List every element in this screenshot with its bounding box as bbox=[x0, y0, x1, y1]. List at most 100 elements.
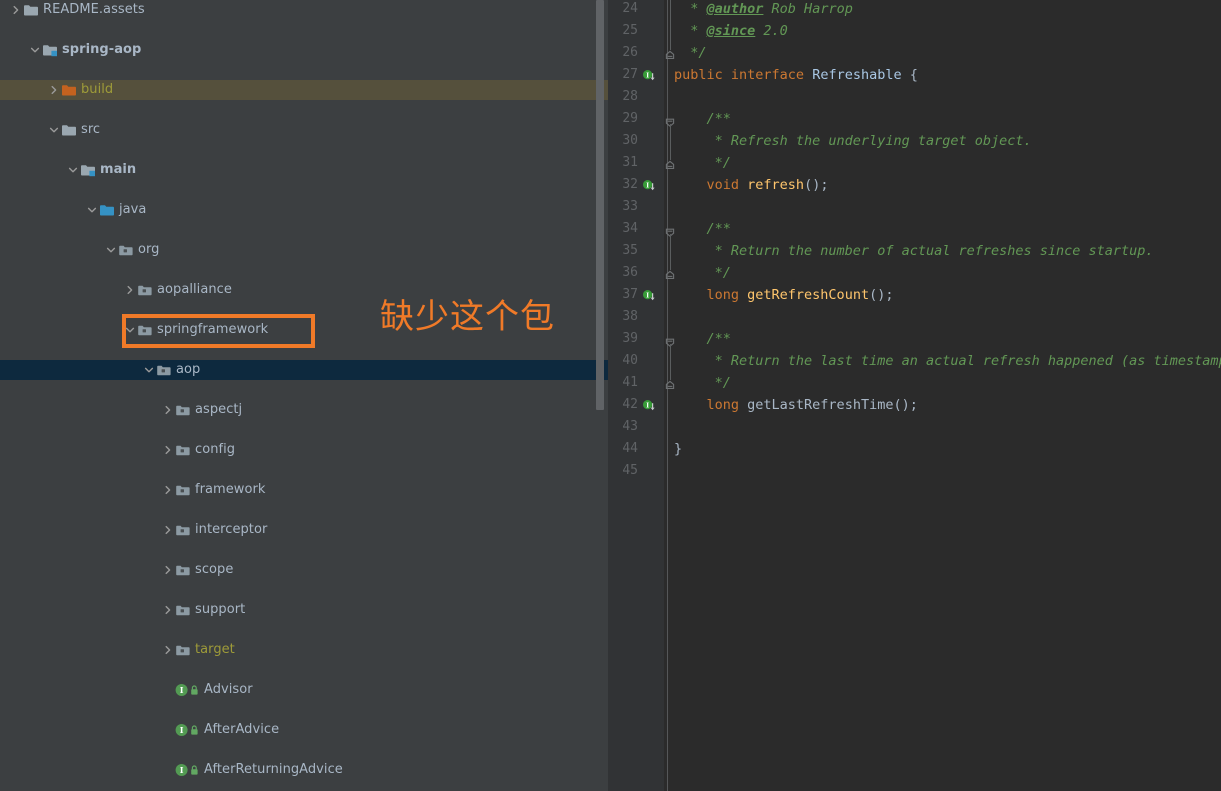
tree-item-framework[interactable]: framework bbox=[0, 480, 608, 500]
tree-item-label: build bbox=[79, 80, 113, 100]
tree-item-target[interactable]: target bbox=[0, 640, 608, 660]
tree-item-aop[interactable]: aop bbox=[0, 360, 608, 380]
code-line[interactable]: long getLastRefreshTime(); bbox=[674, 394, 918, 416]
chevron-down-icon[interactable] bbox=[142, 360, 155, 380]
editor-gutter[interactable]: 24252627I2829303132I3334353637I383940414… bbox=[608, 0, 664, 791]
tree-item-org[interactable]: org bbox=[0, 240, 608, 260]
chevron-down-icon[interactable] bbox=[104, 240, 117, 260]
fold-guide-line bbox=[670, 344, 671, 380]
chevron-right-icon[interactable] bbox=[161, 520, 174, 540]
code-line[interactable]: * @since 2.0 bbox=[674, 20, 788, 42]
svg-text:I: I bbox=[180, 725, 184, 735]
tree-item-label: java bbox=[117, 200, 146, 220]
code-line[interactable]: */ bbox=[674, 372, 731, 394]
chevron-right-icon[interactable] bbox=[9, 0, 22, 20]
code-token: * bbox=[674, 1, 707, 17]
tree-item-label: springframework bbox=[155, 320, 268, 340]
tree-item-advisor[interactable]: IAdvisor bbox=[0, 680, 608, 700]
code-editor-panel[interactable]: 24252627I2829303132I3334353637I383940414… bbox=[608, 0, 1221, 791]
chevron-right-icon[interactable] bbox=[161, 560, 174, 580]
chevron-down-icon[interactable] bbox=[123, 320, 136, 340]
code-line[interactable]: * Refresh the underlying target object. bbox=[674, 130, 1032, 152]
tree-scrollbar-thumb[interactable] bbox=[596, 0, 604, 410]
fold-guide-line bbox=[670, 124, 671, 160]
tree-item-readme-assets[interactable]: README.assets bbox=[0, 0, 608, 20]
chevron-down-icon[interactable] bbox=[66, 160, 79, 180]
svg-text:I: I bbox=[646, 401, 649, 409]
tree-item-main[interactable]: main bbox=[0, 160, 608, 180]
code-line[interactable]: public interface Refreshable { bbox=[674, 64, 918, 86]
code-line[interactable]: /** bbox=[674, 328, 731, 350]
package-icon bbox=[174, 560, 193, 580]
package-icon bbox=[117, 240, 136, 260]
code-line[interactable]: */ bbox=[674, 152, 731, 174]
module-icon bbox=[79, 160, 98, 180]
tree-item-label: aop bbox=[174, 360, 200, 380]
tree-item-build[interactable]: build bbox=[0, 80, 608, 100]
package-icon bbox=[136, 280, 155, 300]
line-number: 26 bbox=[616, 42, 638, 64]
code-line[interactable]: * @author Rob Harrop bbox=[674, 0, 853, 20]
tree-item-afteradvice[interactable]: IAfterAdvice bbox=[0, 720, 608, 740]
chevron-right-icon[interactable] bbox=[47, 80, 60, 100]
tree-item-config[interactable]: config bbox=[0, 440, 608, 460]
code-line[interactable]: long getRefreshCount(); bbox=[674, 284, 893, 306]
code-token: (); bbox=[893, 397, 917, 413]
code-line[interactable]: /** bbox=[674, 218, 731, 240]
code-token: getLastRefreshTime bbox=[747, 397, 893, 413]
chevron-right-icon[interactable] bbox=[161, 600, 174, 620]
chevron-right-icon[interactable] bbox=[161, 640, 174, 660]
code-token: 2.0 bbox=[755, 23, 788, 39]
implemented-marker-icon[interactable]: I bbox=[642, 68, 656, 82]
code-token: /** bbox=[674, 221, 731, 237]
package-icon bbox=[174, 520, 193, 540]
line-number: 34 bbox=[616, 218, 638, 240]
svg-text:I: I bbox=[646, 181, 649, 189]
tree-item-label: framework bbox=[193, 480, 265, 500]
code-line[interactable]: void refresh(); bbox=[674, 174, 828, 196]
chevron-right-icon[interactable] bbox=[161, 400, 174, 420]
code-line[interactable]: * Return the number of actual refreshes … bbox=[674, 240, 1154, 262]
code-token: { bbox=[910, 67, 918, 83]
gutter-line: 36 bbox=[608, 262, 664, 284]
tree-item-afterreturningadvice[interactable]: IAfterReturningAdvice bbox=[0, 760, 608, 780]
code-line[interactable]: /** bbox=[674, 108, 731, 130]
tree-scrollbar-track[interactable] bbox=[598, 0, 606, 791]
gutter-line: 31 bbox=[608, 152, 664, 174]
implemented-marker-icon[interactable]: I bbox=[642, 398, 656, 412]
tree-item-support[interactable]: support bbox=[0, 600, 608, 620]
code-line[interactable]: } bbox=[674, 438, 682, 460]
svg-text:I: I bbox=[180, 765, 184, 775]
code-token: */ bbox=[674, 45, 707, 61]
folder-icon bbox=[22, 0, 41, 20]
code-line[interactable]: */ bbox=[674, 42, 707, 64]
svg-text:I: I bbox=[646, 71, 649, 79]
annotation-text: 缺少这个包 bbox=[380, 297, 555, 337]
chevron-down-icon[interactable] bbox=[47, 120, 60, 140]
chevron-right-icon[interactable] bbox=[161, 480, 174, 500]
tree-item-label: aopalliance bbox=[155, 280, 232, 300]
chevron-down-icon[interactable] bbox=[28, 40, 41, 60]
tree-item-label: spring-aop bbox=[60, 40, 141, 60]
project-tree-panel[interactable]: README.assets spring-aop build src main java o… bbox=[0, 0, 608, 791]
chevron-down-icon[interactable] bbox=[85, 200, 98, 220]
tree-indent-spacer bbox=[161, 720, 174, 740]
chevron-right-icon[interactable] bbox=[161, 440, 174, 460]
code-line[interactable]: * Return the last time an actual refresh… bbox=[674, 350, 1221, 372]
tree-item-scope[interactable]: scope bbox=[0, 560, 608, 580]
implemented-marker-icon[interactable]: I bbox=[642, 288, 656, 302]
line-number: 41 bbox=[616, 372, 638, 394]
code-line[interactable]: */ bbox=[674, 262, 731, 284]
implemented-marker-icon[interactable]: I bbox=[642, 178, 656, 192]
tree-item-src[interactable]: src bbox=[0, 120, 608, 140]
package-icon bbox=[174, 400, 193, 420]
svg-text:I: I bbox=[180, 685, 184, 695]
code-token: * Return the number of actual refreshes … bbox=[674, 243, 1154, 259]
chevron-right-icon[interactable] bbox=[123, 280, 136, 300]
package-icon bbox=[174, 440, 193, 460]
line-number: 42 bbox=[616, 394, 638, 416]
tree-item-java[interactable]: java bbox=[0, 200, 608, 220]
tree-item-spring-aop[interactable]: spring-aop bbox=[0, 40, 608, 60]
tree-item-interceptor[interactable]: interceptor bbox=[0, 520, 608, 540]
tree-item-aspectj[interactable]: aspectj bbox=[0, 400, 608, 420]
